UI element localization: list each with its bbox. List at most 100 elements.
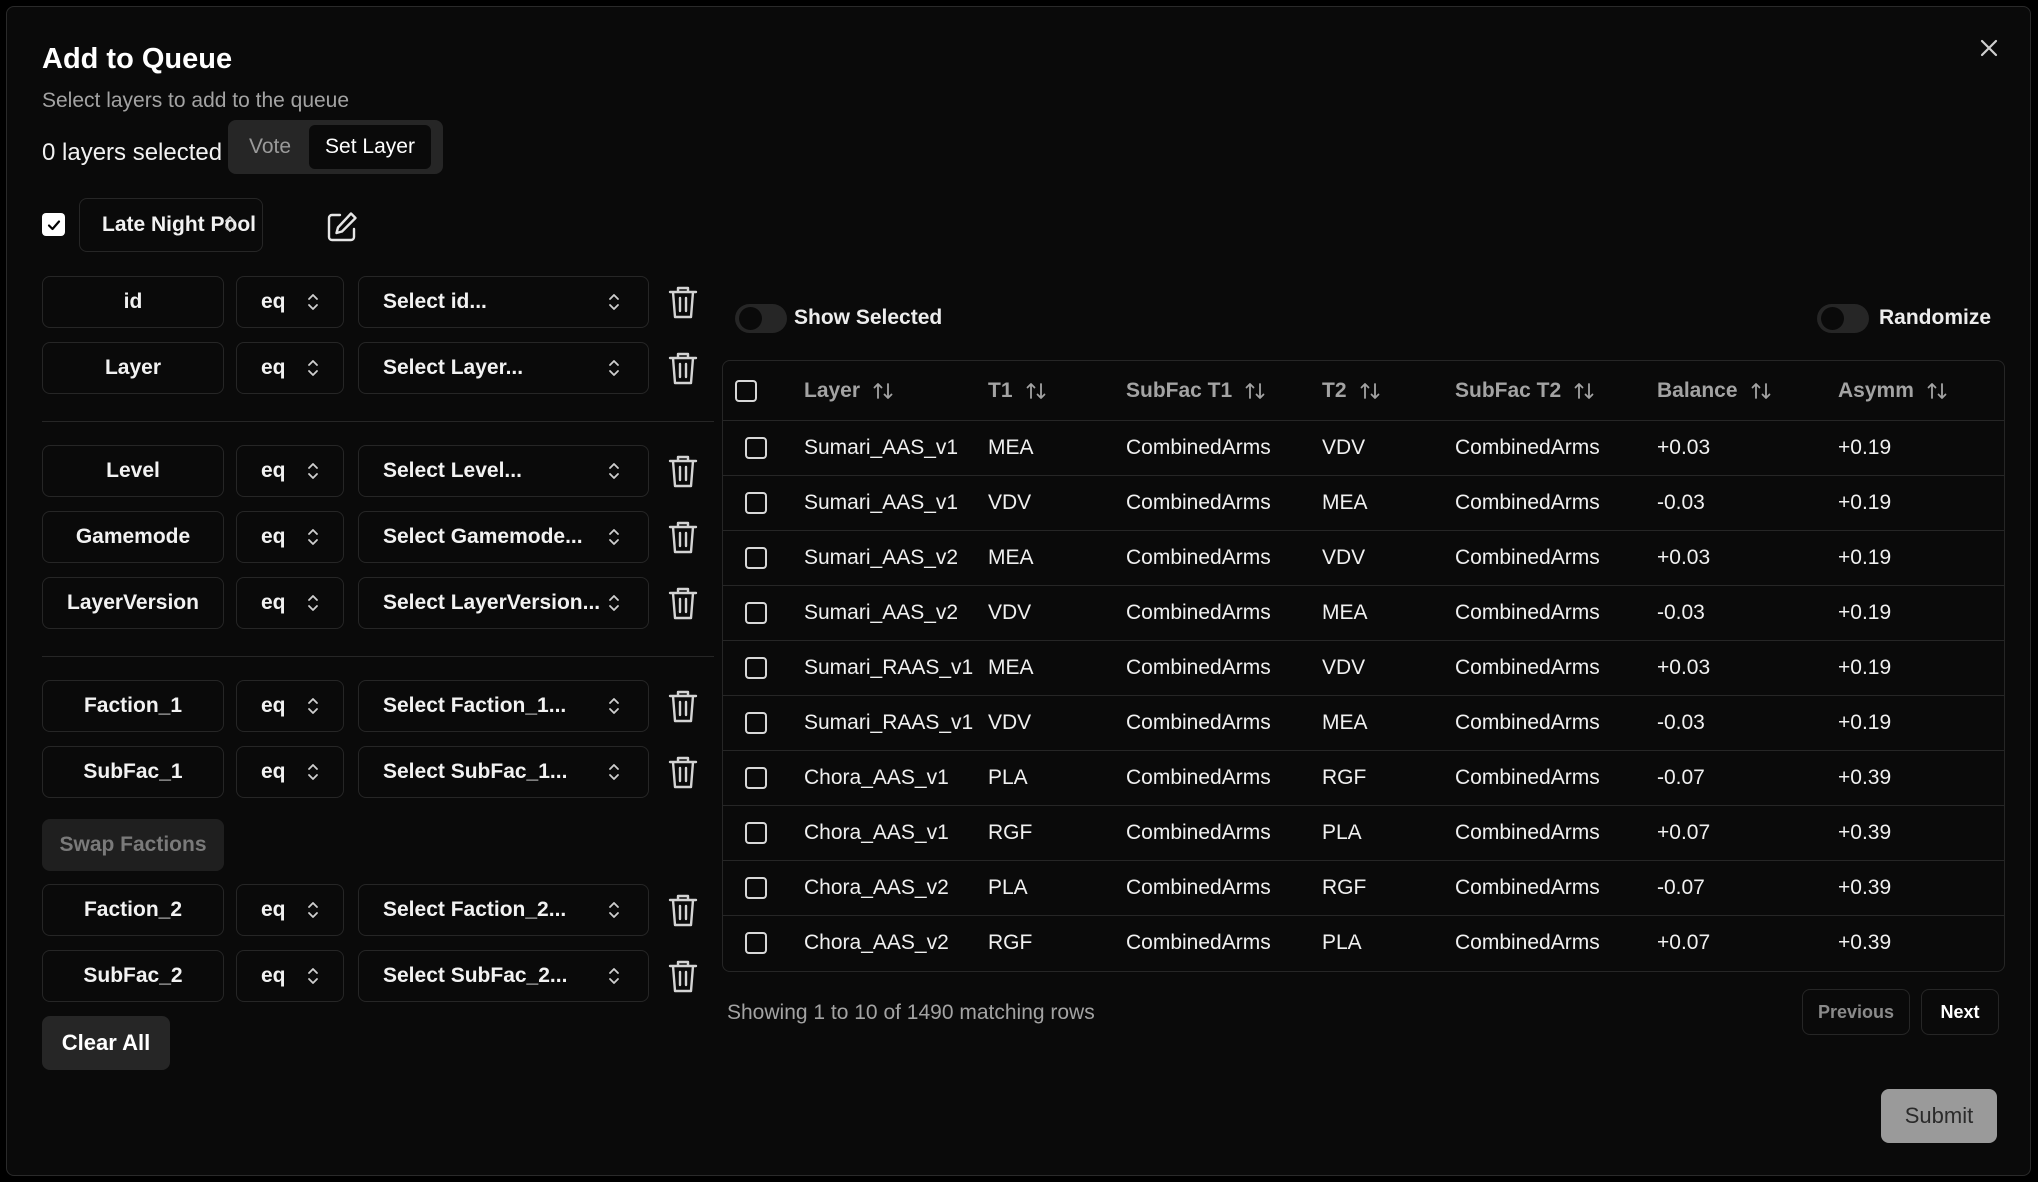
table-row[interactable]: Sumari_AAS_v1 MEA CombinedArms VDV CombinedA… — [723, 420, 2004, 476]
filter-field[interactable]: id — [42, 276, 224, 328]
trash-icon[interactable] — [667, 284, 699, 320]
filter-field[interactable]: LayerVersion — [42, 577, 224, 629]
filter-field[interactable]: Gamemode — [42, 511, 224, 563]
trash-icon[interactable] — [667, 519, 699, 555]
next-page-button[interactable]: Next — [1921, 989, 1999, 1035]
submit-button[interactable]: Submit — [1881, 1089, 1997, 1143]
trash-icon[interactable] — [667, 958, 699, 994]
table-row[interactable]: Sumari_AAS_v1 VDV CombinedArms MEA CombinedA… — [723, 475, 2004, 531]
column-header-t1[interactable]: T1 — [988, 379, 1047, 403]
cell-t2: PLA — [1322, 931, 1362, 954]
chevron-up-down-icon — [308, 463, 318, 479]
column-header-subfac-t2[interactable]: SubFac T2 — [1455, 379, 1595, 403]
cell-t2: RGF — [1312, 750, 1443, 806]
chevron-up-down-icon — [308, 968, 318, 984]
sort-icon — [1751, 382, 1770, 399]
filter-value-select[interactable]: Select Faction_1... — [358, 680, 649, 732]
operator-value: eq — [261, 525, 286, 548]
table-row[interactable]: Sumari_RAAS_v1 VDV CombinedArms MEA Combined… — [723, 695, 2004, 751]
select-all-checkbox[interactable] — [735, 379, 757, 402]
filter-operator[interactable]: eq — [236, 680, 344, 732]
cell-layer: Chora_AAS_v1 — [782, 750, 983, 806]
show-selected-toggle[interactable] — [735, 304, 787, 333]
trash-icon[interactable] — [667, 892, 699, 928]
table-row[interactable]: Chora_AAS_v2 RGF CombinedArms PLA CombinedAr… — [723, 916, 2004, 971]
randomize-toggle[interactable] — [1817, 304, 1869, 333]
dialog-title: Add to Queue — [42, 43, 233, 75]
filter-operator[interactable]: eq — [236, 276, 344, 328]
column-header-subfac-t1[interactable]: SubFac T1 — [1126, 379, 1266, 403]
filter-operator[interactable]: eq — [236, 884, 344, 936]
trash-icon[interactable] — [667, 453, 699, 489]
table-row[interactable]: Chora_AAS_v2 PLA CombinedArms RGF CombinedAr… — [723, 860, 2004, 916]
cell-asymm: +0.19 — [1828, 530, 2004, 586]
table-row[interactable]: Chora_AAS_v1 PLA CombinedArms RGF CombinedAr… — [723, 750, 2004, 806]
filter-value-select[interactable]: Select Layer... — [358, 342, 649, 394]
row-checkbox[interactable] — [745, 932, 767, 955]
clear-all-button[interactable]: Clear All — [42, 1016, 170, 1070]
filter-value-select[interactable]: Select id... — [358, 276, 649, 328]
trash-icon[interactable] — [667, 688, 699, 724]
column-header-balance[interactable]: Balance — [1657, 379, 1772, 403]
filter-value-select[interactable]: Select Gamemode... — [358, 511, 649, 563]
cell-balance: -0.03 — [1647, 475, 1828, 531]
filter-field[interactable]: Faction_1 — [42, 680, 224, 732]
column-header-t2[interactable]: T2 — [1322, 379, 1381, 403]
chevron-up-down-icon — [609, 764, 619, 780]
close-icon[interactable] — [1974, 33, 2004, 63]
cell-subfac-t1: CombinedArms — [1112, 420, 1312, 476]
trash-icon[interactable] — [667, 350, 699, 386]
table-row[interactable]: Sumari_AAS_v2 VDV CombinedArms MEA CombinedA… — [723, 585, 2004, 641]
column-header-layer[interactable]: Layer — [804, 379, 894, 403]
row-checkbox[interactable] — [745, 877, 767, 900]
set-layer-mode-button[interactable]: Set Layer — [309, 125, 431, 169]
row-checkbox[interactable] — [745, 657, 767, 680]
filter-operator[interactable]: eq — [236, 577, 344, 629]
filter-value-select[interactable]: Select SubFac_2... — [358, 950, 649, 1002]
table-row[interactable]: Chora_AAS_v1 RGF CombinedArms PLA CombinedAr… — [723, 805, 2004, 861]
pool-select[interactable]: Late Night Pool — [79, 198, 263, 252]
cell-layer: Chora_AAS_v1 — [782, 805, 983, 861]
value-placeholder: Select id... — [383, 290, 487, 313]
trash-icon[interactable] — [667, 754, 699, 790]
chevron-up-down-icon — [609, 529, 619, 545]
filter-field[interactable]: Faction_2 — [42, 884, 224, 936]
table-row[interactable]: Sumari_AAS_v2 MEA CombinedArms VDV CombinedA… — [723, 530, 2004, 586]
chevron-up-down-icon — [308, 764, 318, 780]
mode-toggle-group: Vote Set Layer — [228, 120, 443, 174]
trash-icon[interactable] — [667, 585, 699, 621]
row-checkbox[interactable] — [745, 547, 767, 570]
row-checkbox[interactable] — [745, 822, 767, 845]
table-row[interactable]: Sumari_RAAS_v1 MEA CombinedArms VDV Combined… — [723, 640, 2004, 696]
filter-operator[interactable]: eq — [236, 950, 344, 1002]
vote-mode-button[interactable]: Vote — [233, 125, 307, 169]
filter-field[interactable]: SubFac_2 — [42, 950, 224, 1002]
filter-operator[interactable]: eq — [236, 445, 344, 497]
filter-field[interactable]: Layer — [42, 342, 224, 394]
filter-value-select[interactable]: Select Level... — [358, 445, 649, 497]
row-checkbox[interactable] — [745, 712, 767, 735]
swap-factions-button[interactable]: Swap Factions — [42, 819, 224, 871]
filter-value-select[interactable]: Select LayerVersion... — [358, 577, 649, 629]
filter-operator[interactable]: eq — [236, 511, 344, 563]
cell-asymm: +0.19 — [1828, 585, 2004, 641]
filter-field[interactable]: SubFac_1 — [42, 746, 224, 798]
filter-value-select[interactable]: Select SubFac_1... — [358, 746, 649, 798]
row-checkbox[interactable] — [745, 602, 767, 625]
filter-value-select[interactable]: Select Faction_2... — [358, 884, 649, 936]
filter-operator[interactable]: eq — [236, 746, 344, 798]
previous-page-button[interactable]: Previous — [1802, 989, 1910, 1035]
row-checkbox[interactable] — [745, 437, 767, 460]
filter-field[interactable]: Level — [42, 445, 224, 497]
column-header-asymm[interactable]: Asymm — [1838, 379, 1948, 403]
operator-value: eq — [261, 356, 286, 379]
edit-icon[interactable] — [325, 210, 359, 244]
cell-t2: VDV — [1312, 640, 1443, 696]
pool-checkbox[interactable] — [42, 213, 65, 236]
cell-subfac-t1: CombinedArms — [1112, 530, 1312, 586]
filter-operator[interactable]: eq — [236, 342, 344, 394]
row-checkbox[interactable] — [745, 492, 767, 515]
row-checkbox[interactable] — [745, 767, 767, 790]
sort-icon — [1574, 382, 1594, 399]
cell-asymm: +0.39 — [1828, 860, 2004, 916]
